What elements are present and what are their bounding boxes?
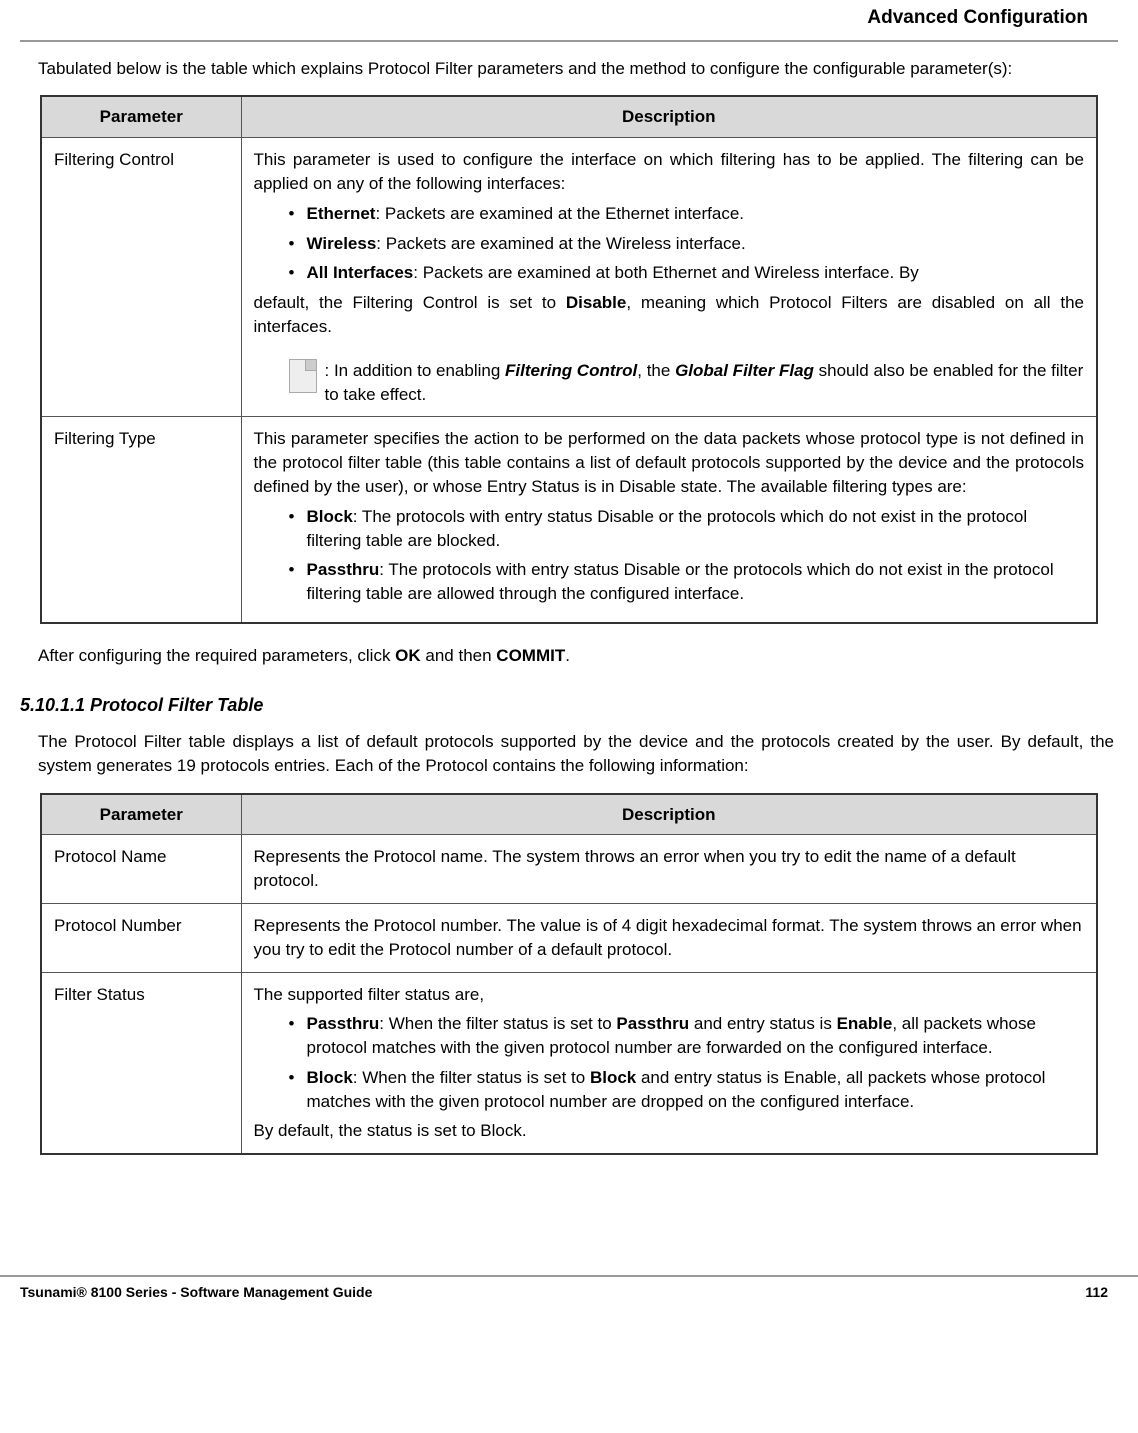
section-heading: 5.10.1.1 Protocol Filter Table <box>20 693 1118 718</box>
col-parameter: Parameter <box>41 794 241 835</box>
page-header: Advanced Configuration <box>20 0 1118 40</box>
list-item: Passthru: The protocols with entry statu… <box>289 558 1085 606</box>
cell-desc: This parameter specifies the action to b… <box>241 417 1097 623</box>
desc-intro: The supported filter status are, <box>254 983 1085 1007</box>
bullet-list: Ethernet: Packets are examined at the Et… <box>254 202 1085 285</box>
footer-right: 112 <box>1085 1283 1108 1303</box>
cell-param: Protocol Number <box>41 903 241 972</box>
table-row: Protocol Name Represents the Protocol na… <box>41 835 1097 904</box>
col-description: Description <box>241 794 1097 835</box>
cell-desc: The supported filter status are, Passthr… <box>241 972 1097 1154</box>
cell-param: Protocol Name <box>41 835 241 904</box>
table-protocol-filter-table: Parameter Description Protocol Name Repr… <box>40 793 1098 1156</box>
section-intro: The Protocol Filter table displays a lis… <box>38 730 1118 778</box>
divider <box>20 40 1118 42</box>
table-row: Protocol Number Represents the Protocol … <box>41 903 1097 972</box>
list-item: Ethernet: Packets are examined at the Et… <box>289 202 1085 226</box>
footer-left: Tsunami® 8100 Series - Software Manageme… <box>20 1283 372 1303</box>
table-header-row: Parameter Description <box>41 794 1097 835</box>
list-item: Block: When the filter status is set to … <box>289 1066 1085 1114</box>
list-item: Passthru: When the filter status is set … <box>289 1012 1085 1060</box>
table-row: Filtering Control This parameter is used… <box>41 138 1097 417</box>
cell-param: Filtering Control <box>41 138 241 417</box>
cell-desc: Represents the Protocol name. The system… <box>241 835 1097 904</box>
cell-param: Filter Status <box>41 972 241 1154</box>
desc-intro: This parameter is used to configure the … <box>254 148 1085 196</box>
desc-intro: This parameter specifies the action to b… <box>254 427 1085 498</box>
table-row: Filtering Type This parameter specifies … <box>41 417 1097 623</box>
note-text: : In addition to enabling Filtering Cont… <box>325 359 1085 407</box>
col-description: Description <box>241 96 1097 137</box>
desc-after: default, the Filtering Control is set to… <box>254 291 1085 339</box>
cell-desc: This parameter is used to configure the … <box>241 138 1097 417</box>
list-item: Wireless: Packets are examined at the Wi… <box>289 232 1085 256</box>
list-item: Block: The protocols with entry status D… <box>289 505 1085 553</box>
cell-param: Filtering Type <box>41 417 241 623</box>
table-protocol-filter-params: Parameter Description Filtering Control … <box>40 95 1098 624</box>
col-parameter: Parameter <box>41 96 241 137</box>
table-row: Filter Status The supported filter statu… <box>41 972 1097 1154</box>
intro-text: Tabulated below is the table which expla… <box>38 57 1118 81</box>
note: : In addition to enabling Filtering Cont… <box>254 359 1085 407</box>
after-table-text: After configuring the required parameter… <box>38 644 1118 668</box>
table-header-row: Parameter Description <box>41 96 1097 137</box>
cell-desc: Represents the Protocol number. The valu… <box>241 903 1097 972</box>
list-item: All Interfaces: Packets are examined at … <box>289 261 1085 285</box>
bullet-list: Passthru: When the filter status is set … <box>254 1012 1085 1113</box>
note-icon <box>289 359 317 393</box>
footer: Tsunami® 8100 Series - Software Manageme… <box>0 1277 1138 1323</box>
desc-after: By default, the status is set to Block. <box>254 1119 1085 1143</box>
bullet-list: Block: The protocols with entry status D… <box>254 505 1085 606</box>
